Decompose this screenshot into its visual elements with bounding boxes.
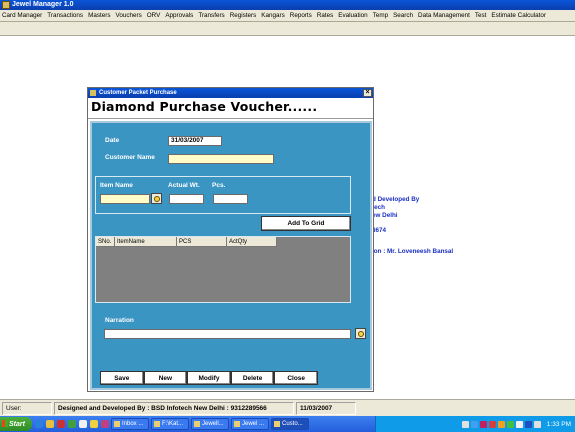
menu-transactions[interactable]: Transactions — [47, 12, 83, 19]
menu-orv[interactable]: ORV — [147, 12, 161, 19]
start-label: Start — [9, 420, 25, 428]
bg-developed-by: d Developed By — [372, 196, 420, 203]
date-label: Date — [105, 137, 120, 144]
app-icon — [2, 1, 10, 9]
taskbar: Start Inbox ... F:\Kat... Jewell... Jewe… — [0, 416, 575, 432]
tray-icon[interactable] — [479, 420, 487, 428]
smiley-icon[interactable] — [90, 420, 98, 428]
status-designed-by: Designed and Developed By : BSD Infotech… — [54, 401, 294, 415]
close-icon[interactable]: × — [363, 89, 372, 97]
actual-wt-field[interactable] — [169, 194, 204, 204]
folder-icon[interactable] — [46, 420, 54, 428]
menu-vouchers[interactable]: Vouchers — [116, 12, 142, 19]
menu-masters[interactable]: Masters — [88, 12, 110, 19]
action-buttons: Save New Modify Delete Close — [100, 371, 318, 385]
customer-name-field[interactable] — [168, 154, 274, 164]
modify-button[interactable]: Modify — [187, 371, 231, 385]
menu-approvals[interactable]: Approvals — [165, 12, 193, 19]
app-title: Jewel Manager 1.0 — [12, 1, 74, 8]
menu-registers[interactable]: Registers — [230, 12, 257, 19]
pcs-field[interactable] — [213, 194, 248, 204]
menu-data-management[interactable]: Data Management — [418, 12, 470, 19]
task-folder[interactable]: F:\Kat... — [151, 418, 189, 430]
status-user: User: — [2, 401, 52, 415]
bg-city: ew Delhi — [372, 212, 398, 219]
pcs-label: Pcs. — [212, 182, 226, 189]
grid-col-actqty[interactable]: ActQty — [227, 237, 277, 247]
customer-packet-purchase-dialog: Customer Packet Purchase × Diamond Purch… — [87, 87, 374, 392]
new-button[interactable]: New — [143, 371, 188, 385]
tray-icon[interactable] — [470, 420, 478, 428]
app-titlebar: Jewel Manager 1.0 — [0, 0, 575, 10]
save-button[interactable]: Save — [100, 371, 144, 385]
menu-rates[interactable]: Rates — [317, 12, 333, 19]
menu-estimate-calculator[interactable]: Estimate Calculator — [491, 12, 546, 19]
app-icon[interactable] — [68, 420, 76, 428]
menu-search[interactable]: Search — [393, 12, 413, 19]
delete-button[interactable]: Delete — [230, 371, 275, 385]
task-customer[interactable]: Custo... — [271, 418, 309, 430]
narration-field[interactable] — [104, 329, 351, 339]
start-button[interactable]: Start — [0, 417, 32, 431]
tray-icon[interactable] — [506, 420, 514, 428]
narration-lookup-button[interactable] — [355, 328, 366, 339]
grid-col-sno[interactable]: SNo. — [96, 237, 115, 247]
item-name-label: Item Name — [100, 182, 133, 189]
menu-test[interactable]: Test — [475, 12, 487, 19]
status-bar: User: Designed and Developed By : BSD In… — [0, 399, 575, 416]
divider — [88, 118, 373, 119]
items-grid[interactable]: SNo. ItemName PCS ActQty — [95, 236, 351, 303]
voucher-form-panel: Date 31/03/2007 Customer Name Item Name … — [90, 121, 372, 390]
tray-icon[interactable] — [497, 420, 505, 428]
ie-icon[interactable] — [35, 420, 43, 428]
menu-kangars[interactable]: Kangars — [261, 12, 284, 19]
tray-icon[interactable] — [515, 420, 523, 428]
task-jewell[interactable]: Jewell... — [191, 418, 229, 430]
date-field[interactable]: 31/03/2007 — [168, 136, 222, 146]
task-inbox[interactable]: Inbox ... — [111, 418, 149, 430]
bg-registration: ion : Mr. Loveneesh Bansal — [372, 248, 454, 255]
menu-reports[interactable]: Reports — [290, 12, 312, 19]
menu-transfers[interactable]: Transfers — [198, 12, 224, 19]
item-name-field[interactable] — [100, 194, 150, 204]
dialog-icon — [90, 90, 96, 96]
menu-card-manager[interactable]: Card Manager — [2, 12, 42, 19]
close-button[interactable]: Close — [274, 371, 318, 385]
tray-icon[interactable] — [488, 420, 496, 428]
app-icon[interactable] — [57, 420, 65, 428]
item-entry-box: Item Name Actual Wt. Pcs. — [95, 176, 351, 214]
tray-icon[interactable] — [461, 420, 469, 428]
item-lookup-button[interactable] — [151, 193, 162, 204]
customer-name-label: Customer Name — [105, 154, 155, 161]
bg-phone: 8674 — [372, 227, 387, 234]
grid-header: SNo. ItemName PCS ActQty — [96, 237, 277, 247]
magnifier-icon — [153, 195, 160, 202]
narration-label: Narration — [105, 317, 134, 324]
app-icon[interactable] — [101, 420, 109, 428]
add-to-grid-button[interactable]: Add To Grid — [261, 216, 351, 231]
speaker-icon[interactable] — [533, 420, 541, 428]
menu-evaluation[interactable]: Evaluation — [338, 12, 367, 19]
magnifier-icon — [357, 330, 364, 337]
toolbar-strip — [0, 22, 575, 36]
dialog-title: Customer Packet Purchase — [99, 90, 177, 96]
windows-flag-icon — [2, 420, 8, 427]
menu-bar: Card Manager Transactions Masters Vouche… — [0, 10, 575, 22]
grid-col-pcs[interactable]: PCS — [177, 237, 227, 247]
app-icon[interactable] — [79, 420, 87, 428]
tray-icon[interactable] — [524, 420, 532, 428]
system-tray: 1:33 PM — [375, 416, 575, 432]
actual-wt-label: Actual Wt. — [168, 182, 200, 189]
dialog-titlebar[interactable]: Customer Packet Purchase × — [88, 88, 373, 98]
menu-temp[interactable]: Temp — [373, 12, 388, 19]
status-date: 11/03/2007 — [296, 401, 356, 415]
clock[interactable]: 1:33 PM — [547, 421, 571, 428]
voucher-heading: Diamond Purchase Voucher...... — [91, 99, 318, 114]
task-jewel[interactable]: Jewel ... — [231, 418, 269, 430]
grid-col-itemname[interactable]: ItemName — [115, 237, 177, 247]
